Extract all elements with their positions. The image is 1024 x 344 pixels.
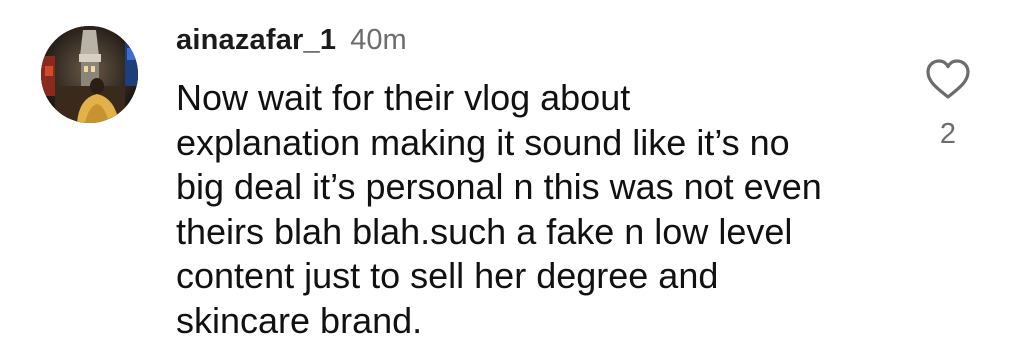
comment-text: Now wait for their vlog about explanatio… <box>176 76 896 343</box>
comment-item: ainazafar_1 40m Now wait for their vlog … <box>0 0 1024 344</box>
comment-text-line: explanation making it sound like it’s no <box>176 121 790 163</box>
timestamp: 40m <box>350 24 407 56</box>
comment-text-line: skincare brand. <box>176 299 423 341</box>
like-control: 2 <box>918 58 978 158</box>
heart-outline-icon[interactable] <box>925 58 971 100</box>
comment-text-line: theirs blah blah.such a fake n low level <box>176 210 793 252</box>
comment-text-line: big deal it’s personal n this was not ev… <box>176 166 822 207</box>
like-count: 2 <box>939 118 957 150</box>
comment-text-line: content just to sell her degree and <box>176 255 719 296</box>
comment-header: ainazafar_1 40m <box>176 24 407 64</box>
comment-text-line: Now wait for their vlog about <box>176 77 631 118</box>
avatar[interactable] <box>41 26 138 123</box>
username[interactable]: ainazafar_1 <box>176 24 336 57</box>
